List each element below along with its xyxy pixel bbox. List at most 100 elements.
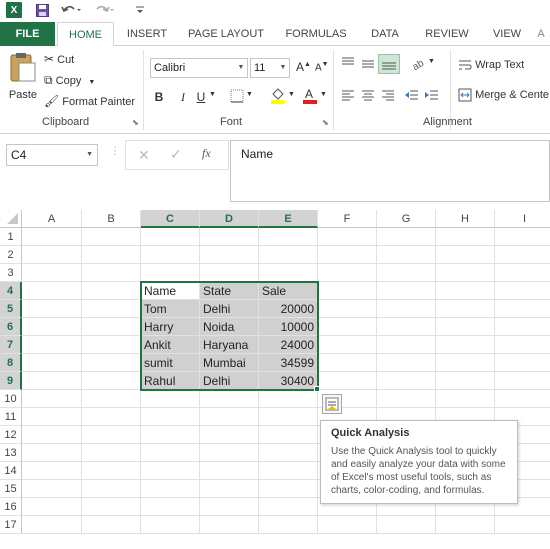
grid-cell[interactable]	[436, 318, 495, 336]
grid-cell[interactable]	[82, 498, 141, 516]
grid-cell[interactable]	[141, 246, 200, 264]
grid-cell[interactable]	[82, 300, 141, 318]
redo-icon[interactable]	[94, 2, 116, 18]
tab-view[interactable]: VIEW	[484, 22, 530, 46]
table-cell[interactable]: Delhi	[200, 372, 259, 390]
grid-cell[interactable]	[22, 480, 82, 498]
font-color-icon[interactable]: A	[302, 86, 318, 107]
grid-cell[interactable]	[82, 246, 141, 264]
grid-cell[interactable]	[377, 336, 436, 354]
column-header-b[interactable]: B	[82, 210, 141, 228]
grid-cell[interactable]	[318, 300, 377, 318]
grid-cell[interactable]	[141, 408, 200, 426]
grid-cell[interactable]	[318, 318, 377, 336]
grid-cell[interactable]	[82, 282, 141, 300]
fill-handle[interactable]	[314, 386, 320, 392]
grid-cell[interactable]	[82, 426, 141, 444]
enter-icon[interactable]: ✓	[170, 146, 182, 163]
chevron-down-icon[interactable]: ▼	[88, 79, 95, 86]
cancel-icon[interactable]: ✕	[138, 147, 150, 164]
grid-cell[interactable]	[259, 444, 318, 462]
grid-cell[interactable]	[22, 264, 82, 282]
tab-data[interactable]: DATA	[360, 22, 410, 46]
column-header-e[interactable]: E	[259, 210, 318, 228]
table-cell[interactable]: 10000	[259, 318, 318, 336]
row-header-4[interactable]: 4	[0, 282, 22, 300]
align-left-icon[interactable]	[340, 88, 356, 105]
grid-cell[interactable]	[318, 372, 377, 390]
row-header-2[interactable]: 2	[0, 246, 22, 264]
grid-cell[interactable]	[377, 390, 436, 408]
grid-cell[interactable]	[22, 354, 82, 372]
align-top-icon[interactable]	[340, 56, 356, 73]
table-cell[interactable]: 24000	[259, 336, 318, 354]
grid-cell[interactable]	[377, 228, 436, 246]
grid-cell[interactable]	[200, 498, 259, 516]
chevron-down-icon[interactable]: ▼	[320, 91, 327, 98]
grid-cell[interactable]	[495, 354, 550, 372]
grid-cell[interactable]	[318, 336, 377, 354]
grid-cell[interactable]	[377, 282, 436, 300]
increase-font-icon[interactable]: A▲	[296, 60, 311, 74]
table-cell[interactable]: sumit	[141, 354, 200, 372]
grid-cell[interactable]	[436, 300, 495, 318]
row-header-8[interactable]: 8	[0, 354, 22, 372]
grid-cell[interactable]	[141, 390, 200, 408]
grid-cell[interactable]	[22, 336, 82, 354]
grid-cell[interactable]	[82, 444, 141, 462]
table-cell[interactable]: Harry	[141, 318, 200, 336]
wrap-text-button[interactable]: Wrap Text	[458, 58, 524, 72]
grid-cell[interactable]	[22, 282, 82, 300]
grid-cell[interactable]	[200, 426, 259, 444]
grid-cell[interactable]	[436, 516, 495, 534]
grid-cell[interactable]	[495, 282, 550, 300]
underline-button[interactable]: U	[192, 88, 210, 106]
fill-color-icon[interactable]	[270, 86, 286, 107]
grid-cell[interactable]	[377, 354, 436, 372]
grid-cell[interactable]	[259, 246, 318, 264]
table-cell[interactable]: Ankit	[141, 336, 200, 354]
dialog-launcher-icon[interactable]: ⬊	[132, 118, 139, 127]
grid-cell[interactable]	[22, 246, 82, 264]
decrease-indent-icon[interactable]	[404, 88, 420, 105]
quick-analysis-button[interactable]	[322, 394, 342, 414]
grid-cell[interactable]	[82, 318, 141, 336]
paste-button[interactable]: Paste	[6, 52, 40, 112]
grid-cell[interactable]	[259, 408, 318, 426]
grid-cell[interactable]	[318, 264, 377, 282]
select-all-button[interactable]	[0, 210, 22, 228]
grid-cell[interactable]	[22, 390, 82, 408]
grid-cell[interactable]	[141, 462, 200, 480]
grid-cell[interactable]	[200, 480, 259, 498]
table-cell[interactable]: 30400	[259, 372, 318, 390]
grid-cell[interactable]	[495, 318, 550, 336]
grid-cell[interactable]	[377, 516, 436, 534]
grid-cell[interactable]	[82, 390, 141, 408]
align-right-icon[interactable]	[380, 88, 396, 105]
table-cell[interactable]: Noida	[200, 318, 259, 336]
row-header-11[interactable]: 11	[0, 408, 22, 426]
format-painter-button[interactable]: 🖌 Format Painter	[44, 94, 135, 108]
grid-cell[interactable]	[82, 462, 141, 480]
tab-overflow-icon[interactable]: A	[532, 22, 550, 46]
grid-cell[interactable]	[495, 516, 550, 534]
chevron-down-icon[interactable]: ▼	[246, 91, 253, 98]
grid-cell[interactable]	[22, 372, 82, 390]
grid-cell[interactable]	[82, 354, 141, 372]
align-center-icon[interactable]	[360, 88, 376, 105]
column-header-h[interactable]: H	[436, 210, 495, 228]
grid-cell[interactable]	[318, 228, 377, 246]
grid-cell[interactable]	[22, 300, 82, 318]
bold-button[interactable]: B	[150, 88, 168, 106]
column-header-a[interactable]: A	[22, 210, 82, 228]
grid-cell[interactable]	[200, 264, 259, 282]
row-header-15[interactable]: 15	[0, 480, 22, 498]
grid-cell[interactable]	[22, 426, 82, 444]
insert-function-icon[interactable]: fx	[202, 146, 211, 161]
table-header-cell[interactable]: Sale	[259, 282, 318, 300]
grid-cell[interactable]	[318, 246, 377, 264]
customize-qat-icon[interactable]	[132, 2, 148, 18]
grid-cell[interactable]	[82, 336, 141, 354]
grid-cell[interactable]	[259, 462, 318, 480]
row-header-16[interactable]: 16	[0, 498, 22, 516]
